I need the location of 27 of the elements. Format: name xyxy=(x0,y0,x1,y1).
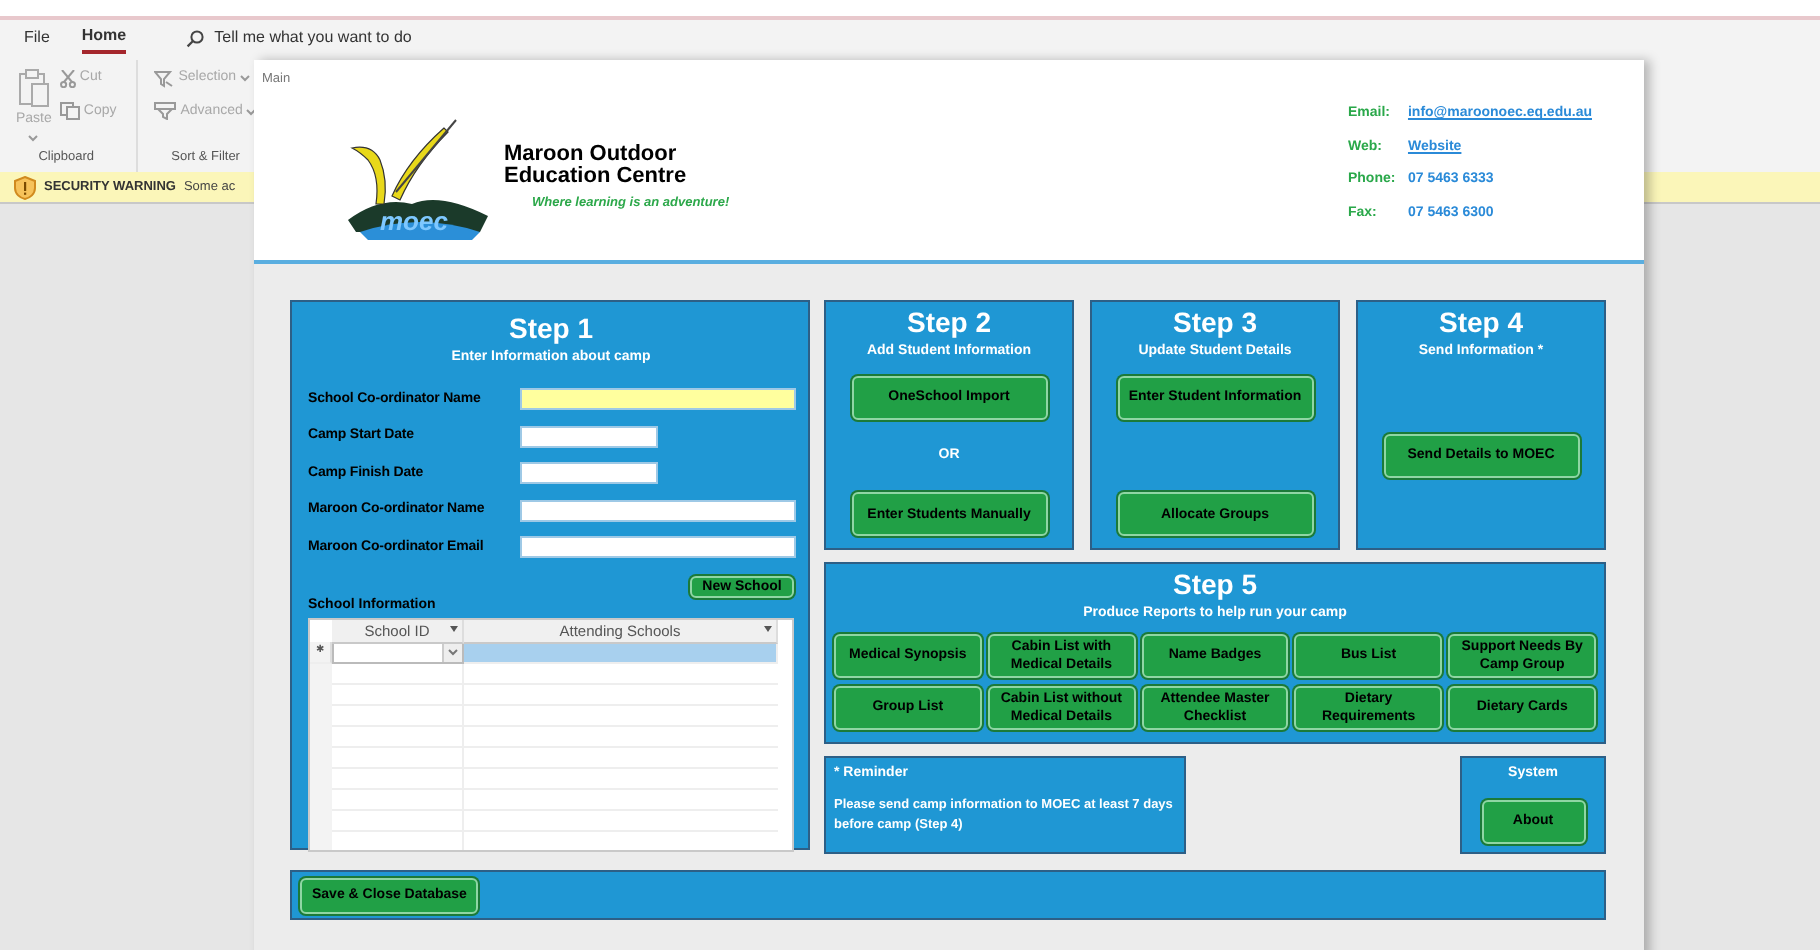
ribbon-tab[interactable]: File xyxy=(24,25,50,51)
paste-icon xyxy=(17,68,50,108)
copy-icon xyxy=(59,102,80,121)
dropdown-arrow-icon xyxy=(764,625,772,631)
caret-icon xyxy=(28,133,39,141)
caret-icon xyxy=(246,107,257,116)
input-field[interactable] xyxy=(520,499,796,522)
filter-icon xyxy=(154,69,175,88)
scissors-icon xyxy=(59,69,76,88)
dropdown-arrow-icon xyxy=(450,625,458,631)
step-title: Step 2 xyxy=(904,308,993,338)
org-name: Maroon Outdoor xyxy=(504,143,679,166)
org-name: Education Centre xyxy=(504,165,689,188)
step-title: Step 3 xyxy=(1170,308,1259,338)
input-field[interactable] xyxy=(520,388,796,411)
caret-icon xyxy=(240,74,251,83)
step-title: Step 5 xyxy=(1170,570,1259,600)
search-box[interactable]: Tell me what you want to do xyxy=(186,26,412,50)
input-field[interactable] xyxy=(520,425,658,448)
step-title: Step 4 xyxy=(1436,308,1525,338)
caret-icon xyxy=(448,648,458,656)
input-field[interactable] xyxy=(520,536,796,559)
filter-icon xyxy=(154,102,177,121)
search-icon xyxy=(186,29,205,47)
warning-shield-icon xyxy=(14,175,36,199)
step-title: Step 1 xyxy=(506,314,595,344)
input-field[interactable] xyxy=(520,462,658,485)
